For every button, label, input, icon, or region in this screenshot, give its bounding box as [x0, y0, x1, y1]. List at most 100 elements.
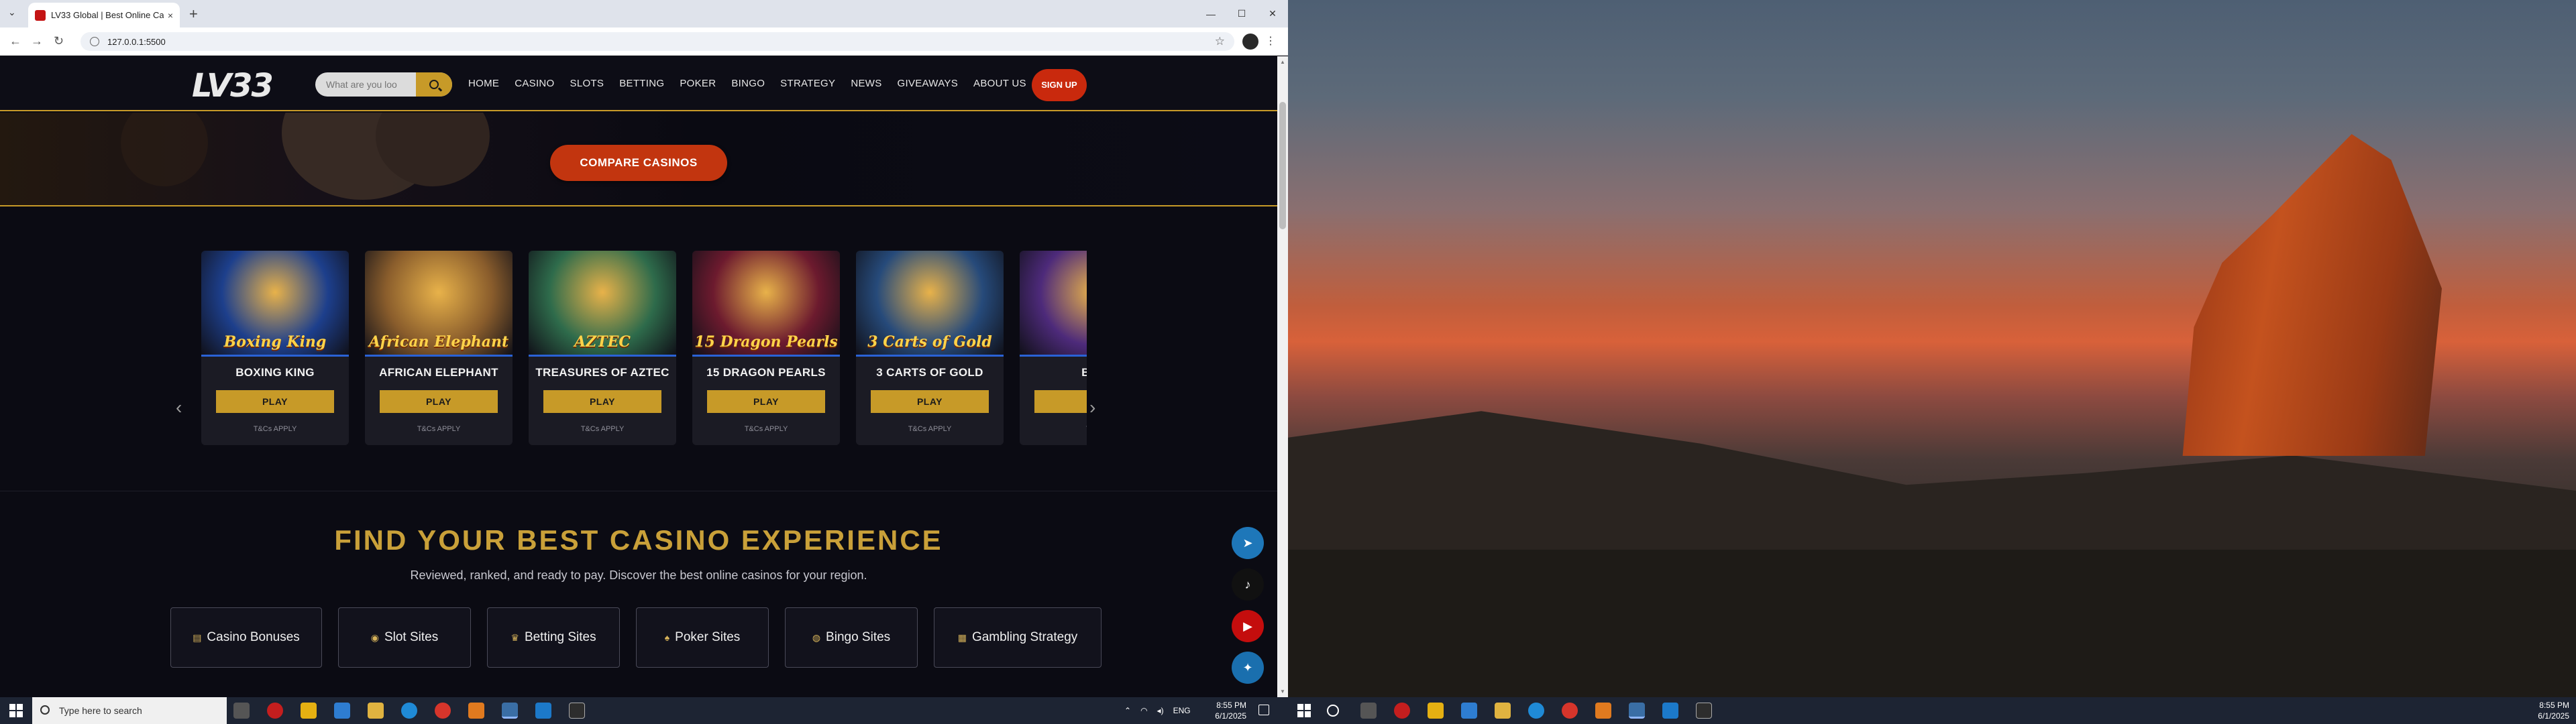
nav-home[interactable]: HOME — [468, 78, 499, 89]
terminal-icon[interactable] — [569, 703, 585, 719]
game-thumbnail[interactable]: 3 Carts of Gold — [856, 251, 1004, 357]
youtube-icon[interactable]: ▶ — [1232, 610, 1264, 642]
browser-menu-icon[interactable]: ⋮ — [1265, 34, 1276, 48]
page-scrollbar[interactable]: ▲ ▼ — [1277, 56, 1288, 697]
language-indicator[interactable]: ENG — [1173, 706, 1191, 715]
game-card[interactable]: AZTEC TREASURES OF AZTEC PLAY T&Cs APPLY — [529, 251, 676, 445]
app-icon[interactable] — [1461, 703, 1477, 719]
carousel-prev-icon[interactable]: ‹ — [176, 397, 182, 418]
search-icon[interactable] — [1327, 705, 1339, 717]
reload-icon[interactable]: ↻ — [54, 34, 64, 48]
tray-chevron-icon[interactable]: ⌃ — [1124, 706, 1131, 715]
tab-close-icon[interactable]: × — [168, 10, 173, 21]
app-icon[interactable] — [468, 703, 484, 719]
category-button[interactable]: ▤ Casino Bonuses — [170, 607, 322, 668]
bookmark-star-icon[interactable]: ☆ — [1215, 35, 1225, 48]
edge-icon[interactable] — [401, 703, 417, 719]
category-button[interactable]: ◉ Slot Sites — [338, 607, 471, 668]
nav-casino[interactable]: CASINO — [515, 78, 554, 89]
nav-about-us[interactable]: ABOUT US — [973, 78, 1026, 89]
app-icon[interactable] — [1595, 703, 1611, 719]
profile-avatar[interactable] — [1242, 34, 1258, 50]
game-card[interactable]: 3 Carts of Gold 3 CARTS OF GOLD PLAY T&Cs A… — [856, 251, 1004, 445]
chrome-active-icon[interactable] — [1629, 703, 1645, 719]
wifi-icon[interactable]: ◠ — [1140, 706, 1147, 715]
scroll-thumb[interactable] — [1279, 102, 1286, 229]
address-bar[interactable]: 127.0.0.1:5500 ☆ — [80, 32, 1234, 51]
nav-giveaways[interactable]: GIVEAWAYS — [898, 78, 959, 89]
back-arrow-icon[interactable]: ← — [9, 34, 21, 48]
windows-start-icon[interactable] — [1297, 704, 1311, 717]
game-card[interactable]: Boxing King BOXING KING PLAY T&Cs APPLY — [201, 251, 349, 445]
chrome-active-icon[interactable] — [502, 703, 518, 719]
category-button[interactable]: ♛ Betting Sites — [487, 607, 620, 668]
chrome-icon[interactable] — [435, 703, 451, 719]
app-icon[interactable] — [1428, 703, 1444, 719]
nav-strategy[interactable]: STRATEGY — [780, 78, 835, 89]
app-icon[interactable] — [1394, 703, 1410, 719]
play-button[interactable]: PLAY — [216, 390, 334, 413]
app-icon[interactable] — [267, 703, 283, 719]
site-info-icon[interactable] — [90, 37, 99, 46]
windows-start-icon[interactable] — [9, 704, 23, 717]
play-button[interactable]: PLAY — [871, 390, 989, 413]
task-view-icon[interactable] — [1360, 703, 1377, 719]
play-button[interactable]: PLAY — [707, 390, 825, 413]
game-thumbnail[interactable]: AZTEC — [529, 251, 676, 357]
game-card[interactable]: African Elephant AFRICAN ELEPHANT PLAY T&Cs… — [365, 251, 513, 445]
game-name: 3 CARTS OF GOLD — [876, 366, 983, 379]
category-button[interactable]: ▦ Gambling Strategy — [934, 607, 1102, 668]
tab-search-icon[interactable]: ⌄ — [8, 7, 16, 18]
game-name: TREASURES OF AZTEC — [535, 366, 669, 379]
forward-arrow-icon[interactable]: → — [31, 34, 43, 48]
taskbar-search-box[interactable]: Type here to search — [32, 697, 227, 724]
play-button[interactable]: PLAY — [380, 390, 498, 413]
game-card[interactable]: BUZ PL T&C — [1020, 251, 1087, 445]
game-thumbnail[interactable] — [1020, 251, 1087, 357]
carousel-next-icon[interactable]: › — [1089, 397, 1095, 418]
vscode-icon[interactable] — [535, 703, 551, 719]
nav-slots[interactable]: SLOTS — [570, 78, 604, 89]
file-explorer-icon[interactable] — [1495, 703, 1511, 719]
scroll-down-icon[interactable]: ▼ — [1280, 688, 1285, 695]
edge-icon[interactable] — [1528, 703, 1544, 719]
new-tab-button[interactable]: + — [189, 5, 198, 23]
play-button[interactable]: PLAY — [543, 390, 661, 413]
task-view-icon[interactable] — [233, 703, 250, 719]
sign-up-button[interactable]: SIGN UP — [1032, 69, 1087, 101]
compare-casinos-button[interactable]: COMPARE CASINOS — [550, 145, 727, 181]
file-explorer-icon[interactable] — [368, 703, 384, 719]
browser-tab[interactable]: LV33 Global | Best Online Casino × — [28, 3, 180, 27]
app-icon[interactable] — [334, 703, 350, 719]
volume-icon[interactable]: ◂) — [1157, 706, 1164, 715]
category-button[interactable]: ◍ Bingo Sites — [785, 607, 918, 668]
telegram-icon[interactable]: ➤ — [1232, 527, 1264, 559]
tiktok-icon[interactable]: ♪ — [1232, 568, 1264, 601]
twitter-icon[interactable]: ✦ — [1232, 652, 1264, 684]
taskbar-clock[interactable]: 8:55 PM 6/1/2025 — [1208, 700, 1246, 721]
nav-news[interactable]: NEWS — [851, 78, 881, 89]
app-icon[interactable] — [301, 703, 317, 719]
game-thumbnail[interactable]: 15 Dragon Pearls — [692, 251, 840, 357]
taskbar-clock[interactable]: 8:55 PM 6/1/2025 — [2530, 700, 2569, 721]
category-button[interactable]: ♠ Poker Sites — [636, 607, 769, 668]
play-button[interactable]: PL — [1034, 390, 1087, 413]
site-logo[interactable]: LV33 — [192, 67, 274, 105]
vscode-icon[interactable] — [1662, 703, 1678, 719]
nav-poker[interactable]: POKER — [680, 78, 716, 89]
website-viewport: LV33 HOME CASINO SLOTS BETTING POKER BIN… — [0, 56, 1277, 697]
notification-icon[interactable] — [1258, 705, 1269, 715]
nav-betting[interactable]: BETTING — [619, 78, 664, 89]
chrome-icon[interactable] — [1562, 703, 1578, 719]
game-thumbnail[interactable]: Boxing King — [201, 251, 349, 357]
game-thumbnail[interactable]: African Elephant — [365, 251, 513, 357]
maximize-button[interactable]: ☐ — [1226, 0, 1257, 27]
game-card[interactable]: 15 Dragon Pearls 15 DRAGON PEARLS PLAY T&Cs… — [692, 251, 840, 445]
close-window-button[interactable]: ✕ — [1257, 0, 1288, 27]
terminal-icon[interactable] — [1696, 703, 1712, 719]
scroll-up-icon[interactable]: ▲ — [1280, 59, 1285, 65]
minimize-button[interactable]: — — [1195, 0, 1226, 27]
nav-bingo[interactable]: BINGO — [731, 78, 765, 89]
site-search-input[interactable] — [315, 72, 416, 97]
search-button[interactable] — [416, 72, 452, 97]
